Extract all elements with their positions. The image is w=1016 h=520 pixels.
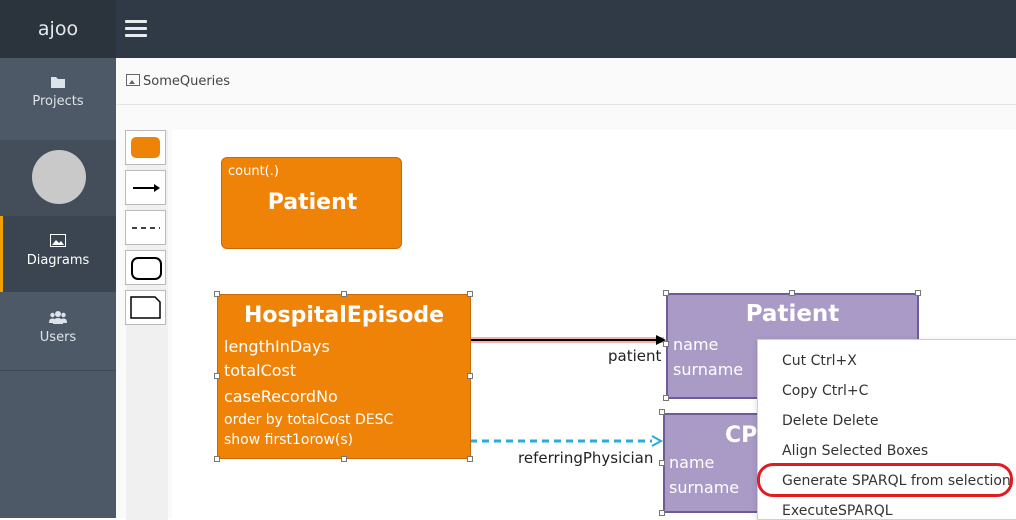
box-title: HospitalEpisode <box>243 303 444 328</box>
link-label[interactable]: patient <box>608 347 661 365</box>
resize-handle[interactable] <box>341 456 347 462</box>
box-title: CP <box>725 423 758 448</box>
menu-item-align[interactable]: Align Selected Boxes <box>782 443 928 459</box>
menu-item-delete[interactable]: Delete Delete <box>782 413 878 429</box>
resize-handle[interactable] <box>467 373 473 379</box>
resize-handle[interactable] <box>214 456 220 462</box>
menu-item-copy[interactable]: Copy Ctrl+C <box>782 383 868 399</box>
resize-handle[interactable] <box>467 456 473 462</box>
hospital-episode-box[interactable]: HospitalEpisode lengthInDays totalCost c… <box>217 294 471 459</box>
box-title: Patient <box>267 190 358 215</box>
count-label: count(.) <box>228 164 279 179</box>
box-title: Patient <box>745 301 840 327</box>
show-first-text: show first1orow(s) <box>224 432 354 448</box>
resize-handle[interactable] <box>915 290 921 296</box>
attribute-item: name <box>673 335 719 354</box>
attribute-item: name <box>669 453 715 472</box>
resize-handle[interactable] <box>659 409 665 415</box>
attribute-item: totalCost <box>224 361 297 380</box>
resize-handle[interactable] <box>663 290 669 296</box>
resize-handle[interactable] <box>659 510 665 516</box>
order-by-text: order by totalCost DESC <box>224 412 394 428</box>
resize-handle[interactable] <box>789 290 795 296</box>
attribute-item: surname <box>669 478 740 497</box>
attribute-item: caseRecordNo <box>224 387 338 406</box>
arrowhead-icon <box>651 435 664 447</box>
resize-handle[interactable] <box>214 373 220 379</box>
count-patient-box[interactable]: count(.) Patient <box>221 157 402 249</box>
menu-item-cut[interactable]: Cut Ctrl+X <box>782 353 857 369</box>
resize-handle[interactable] <box>663 395 669 401</box>
link-label[interactable]: referringPhysician <box>518 449 653 467</box>
resize-handle[interactable] <box>341 291 347 297</box>
highlight-ring <box>757 463 1013 497</box>
resize-handle[interactable] <box>663 341 669 347</box>
attribute-item: surname <box>673 360 744 379</box>
resize-handle[interactable] <box>659 460 665 466</box>
attribute-item: lengthInDays <box>224 337 330 356</box>
resize-handle[interactable] <box>214 291 220 297</box>
menu-item-execute-sparql[interactable]: ExecuteSPARQL <box>782 503 893 519</box>
resize-handle[interactable] <box>467 291 473 297</box>
